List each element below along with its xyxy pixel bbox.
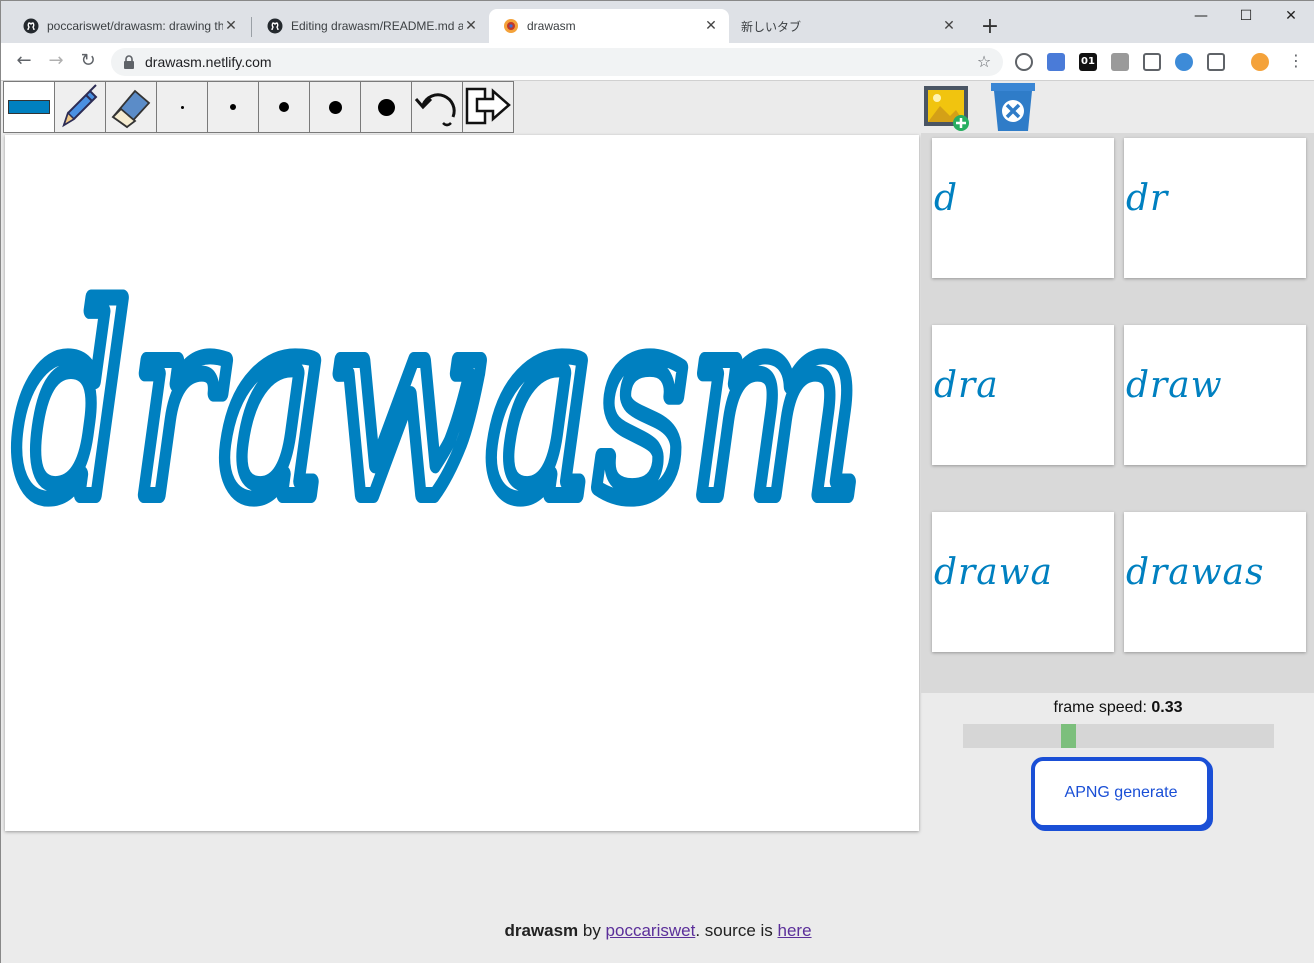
tab-title: 新しいタブ [741,19,802,34]
frame-text: dra [934,365,999,406]
brush-size-2-button[interactable] [207,81,259,133]
frame-thumbnail[interactable]: draw [1124,325,1306,465]
frame-text: d [934,178,959,219]
close-window-button[interactable]: ✕ [1268,5,1314,29]
tab-new-tab[interactable]: 新しいタブ ✕ [727,9,967,43]
slider-thumb[interactable] [1061,724,1076,748]
browser-window: poccariswet/drawasm: drawing th ✕ Editin… [0,0,1314,963]
github-icon [267,18,283,34]
frames-panel: d dr dra draw drawa drawas [921,133,1314,693]
frame-text: drawa [934,552,1053,593]
message-icon[interactable] [1111,53,1129,71]
frame-speed-value: 0.33 [1151,699,1183,716]
author-link[interactable]: poccariswet [606,921,696,940]
maximize-button[interactable]: ☐ [1223,5,1269,29]
footer-by: by [578,921,606,940]
new-tab-button[interactable]: + [977,15,1003,41]
footer-app-name: drawasm [504,921,579,940]
github-icon [23,18,39,34]
tab-drawasm-repo[interactable]: poccariswet/drawasm: drawing th ✕ [9,9,249,43]
handwriting-drawing: drawasm [5,247,871,565]
undo-icon [414,93,456,127]
pocket-icon[interactable] [1143,53,1161,71]
pen-icon [62,84,98,128]
frame-speed-caption: frame speed: [1053,699,1147,716]
minimize-button[interactable]: — [1178,5,1224,29]
frame-text: draw [1126,365,1223,406]
color-swatch [8,100,50,114]
app-area: drawasm d dr dra draw drawa drawas frame… [1,81,1314,963]
tool-bar [3,81,514,133]
frame-text: dr [1126,178,1169,219]
tab-title: drawasm [527,19,576,33]
color-picker-button[interactable] [3,81,55,133]
footer: drawasm by poccariswet. source is here [1,921,1314,941]
tab-close-icon[interactable]: ✕ [463,18,479,34]
add-image-icon [924,86,969,131]
footer-source-text: . source is [695,921,778,940]
frame-speed-slider[interactable] [963,724,1274,748]
tab-separator [251,17,252,37]
size-dot-icon [328,100,342,114]
tab-drawasm-active[interactable]: drawasm ✕ [489,9,729,43]
frame-thumbnail[interactable]: drawas [1124,512,1306,652]
export-icon [465,87,511,125]
tab-title: Editing drawasm/README.md at [291,19,463,33]
avatar[interactable] [1251,53,1269,71]
tab-close-icon[interactable]: ✕ [223,18,239,34]
size-dot-icon [377,98,395,116]
translate-icon[interactable] [1047,53,1065,71]
eraser-tool-button[interactable] [105,81,157,133]
back-button[interactable]: ← [13,51,35,73]
drawasm-favicon [504,19,518,33]
canvas-handwriting-text: drawasm [13,255,863,557]
trash-icon [991,83,1035,131]
source-link[interactable]: here [778,921,812,940]
frame-thumbnail[interactable]: dra [932,325,1114,465]
delete-frame-button[interactable] [983,81,1043,133]
frame-thumbnail[interactable]: drawa [932,512,1114,652]
frame-speed-label: frame speed: 0.33 [921,699,1314,717]
tab-close-icon[interactable]: ✕ [941,18,957,34]
shield-icon[interactable] [1207,53,1225,71]
brush-size-5-button[interactable] [360,81,412,133]
address-bar[interactable]: drawasm.netlify.com ☆ [111,48,1003,76]
tab-close-icon[interactable]: ✕ [703,18,719,34]
export-button[interactable] [462,81,514,133]
forward-button[interactable]: → [45,51,67,73]
reload-button[interactable]: ↻ [77,51,99,73]
frame-thumbnail[interactable]: dr [1124,138,1306,278]
undo-button[interactable] [411,81,463,133]
drawing-canvas[interactable]: drawasm [5,135,919,831]
01-icon[interactable]: 01 [1079,53,1097,71]
tab-title: poccariswet/drawasm: drawing th [47,19,223,33]
tab-editing-readme[interactable]: Editing drawasm/README.md at ✕ [253,9,489,43]
brush-size-4-button[interactable] [309,81,361,133]
eraser-icon [111,89,151,129]
browser-toolbar: ← → ↻ drawasm.netlify.com ☆ 01 ⋮ [1,43,1314,81]
pen-tool-button[interactable] [54,81,106,133]
tab-strip: poccariswet/drawasm: drawing th ✕ Editin… [1,1,1314,43]
add-frame-button[interactable] [921,81,973,133]
size-dot-icon [180,105,184,109]
bookmark-star-icon[interactable]: ☆ [975,53,993,71]
size-dot-icon [230,104,236,110]
menu-kebab-icon[interactable]: ⋮ [1285,51,1307,73]
adblock-icon[interactable] [1015,53,1033,71]
brush-size-1-button[interactable] [156,81,208,133]
frame-thumbnail[interactable]: d [932,138,1114,278]
url-text[interactable]: drawasm.netlify.com [145,54,975,70]
size-dot-icon [279,102,289,112]
frame-actions [921,81,1043,133]
check-icon[interactable] [1175,53,1193,71]
brush-size-3-button[interactable] [258,81,310,133]
lock-icon [124,55,134,69]
frame-text: drawas [1126,552,1265,593]
apng-generate-button[interactable]: APNG generate [1031,757,1211,829]
